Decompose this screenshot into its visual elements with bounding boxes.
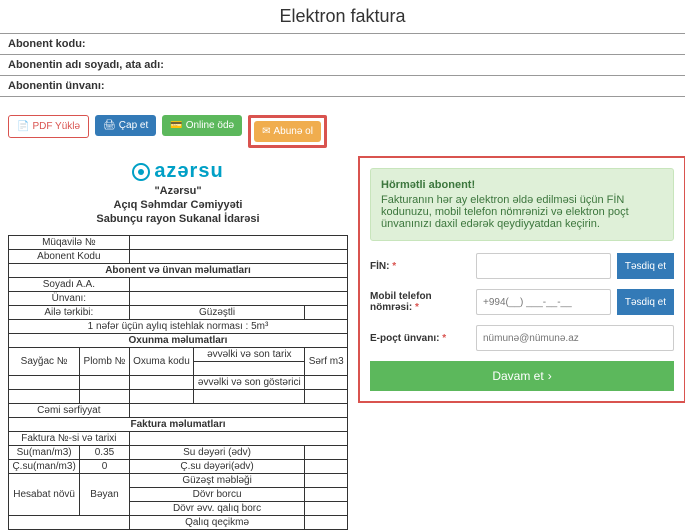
subscribe-panel: Hörmətli abonent! Fakturanın hər ay elek… [358, 156, 685, 403]
mail-icon: ✉ [262, 126, 270, 137]
doc-line1: Açıq Səhmdar Cəmiyyəti [8, 199, 348, 211]
notice-box: Hörmətli abonent! Fakturanın hər ay elek… [370, 168, 674, 241]
info-address: Abonentin ünvanı: [0, 76, 685, 97]
info-name: Abonentin adı soyadı, ata adı: [0, 55, 685, 76]
page-title: Elektron faktura [0, 0, 685, 34]
doc-line2: Sabunçu rayon Sukanal İdarəsi [8, 213, 348, 225]
continue-button[interactable]: Davam et› [370, 361, 674, 391]
fin-input[interactable] [476, 253, 611, 279]
subscribe-highlight: ✉Abunə ol [248, 115, 327, 148]
email-input[interactable] [476, 325, 674, 351]
doc-quoted: "Azərsu" [8, 185, 348, 197]
print-icon: 🖨 [103, 120, 116, 131]
azersu-logo: azərsu [8, 160, 348, 183]
online-pay-button[interactable]: 💳Online ödə [162, 115, 242, 136]
subscribe-button[interactable]: ✉Abunə ol [254, 121, 321, 142]
mobile-confirm-button[interactable]: Təsdiq et [617, 289, 674, 315]
email-label: E-poçt ünvanı: * [370, 333, 470, 344]
chevron-right-icon: › [548, 369, 552, 383]
invoice-document: azərsu "Azərsu" Açıq Səhmdar Cəmiyyəti S… [8, 156, 348, 530]
invoice-table: Müqavilə № Abonent Kodu Abonent və ünvan… [8, 235, 348, 530]
print-button[interactable]: 🖨Çap et [95, 115, 156, 136]
fin-label: FİN: * [370, 261, 470, 272]
toolbar: 📄PDF Yüklə 🖨Çap et 💳Online ödə ✉Abunə ol [0, 97, 685, 156]
mobile-label: Mobil telefon nömrəsi: * [370, 291, 470, 313]
info-code: Abonent kodu: [0, 34, 685, 55]
notice-title: Hörmətli abonent! [381, 179, 663, 191]
drop-icon [132, 163, 150, 181]
mobile-input[interactable] [476, 289, 611, 315]
fin-confirm-button[interactable]: Təsdiq et [617, 253, 674, 279]
pdf-icon: 📄 [17, 121, 29, 132]
notice-text: Fakturanın hər ay elektron əldə edilməsi… [381, 194, 629, 230]
card-icon: 💳 [170, 120, 182, 131]
pdf-download-button[interactable]: 📄PDF Yüklə [8, 115, 89, 138]
